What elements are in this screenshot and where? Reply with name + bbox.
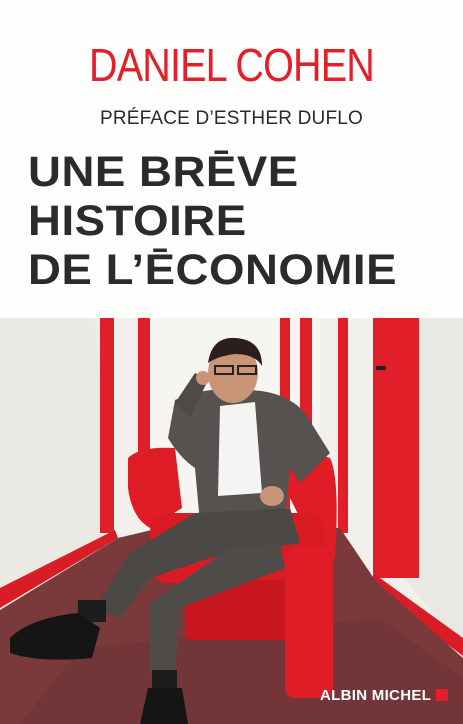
publisher-logo-square xyxy=(436,689,448,701)
preface-line: PRÉFACE D’ESTHER DUFLO xyxy=(99,108,364,129)
author-name: DANIEL COHEN xyxy=(89,39,375,91)
title-line-3: DE L’ĒCONOMIE xyxy=(28,246,398,294)
book-cover: DANIEL COHEN PRÉFACE D’ESTHER DUFLO UNE … xyxy=(0,0,463,724)
title-line-2: HISTOIRE xyxy=(28,197,247,245)
cover-photo xyxy=(0,318,463,724)
cover-header: DANIEL COHEN PRÉFACE D’ESTHER DUFLO UNE … xyxy=(0,0,463,318)
book-title: UNE BRĒVE HISTOIRE DE L’ĒCONOMIE xyxy=(28,148,448,295)
title-line-1: UNE BRĒVE xyxy=(28,148,299,196)
publisher-name: ALBIN MICHEL xyxy=(320,687,432,704)
